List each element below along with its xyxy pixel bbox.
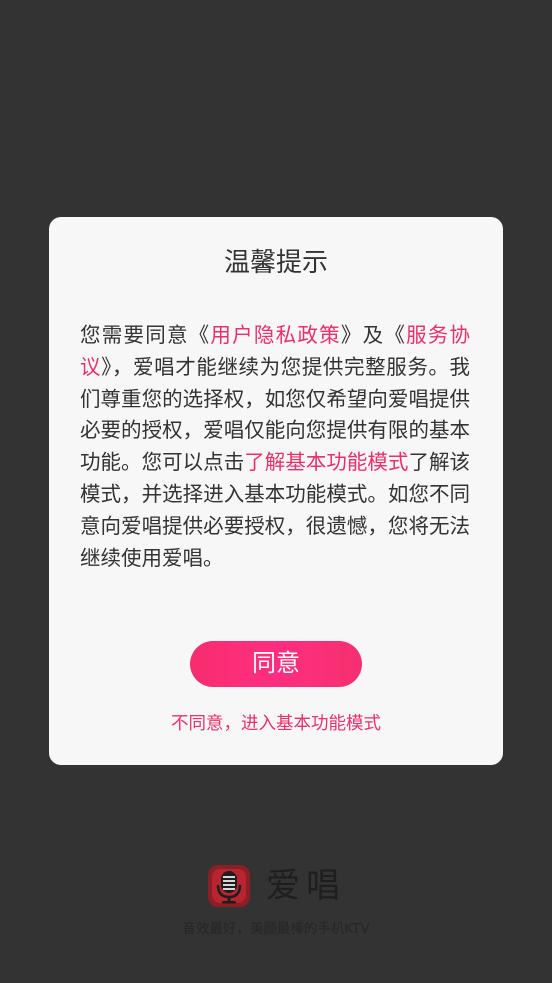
disagree-basic-mode-link[interactable]: 不同意，进入基本功能模式 (49, 711, 503, 737)
brand-slogan: 音效最好，美颜最棒的手机KTV (182, 921, 370, 937)
privacy-dialog: 温馨提示 您需要同意《用户隐私政策》及《服务协议》，爱唱才能继续为您提供完整服务… (49, 217, 503, 765)
microphone-icon (208, 865, 250, 907)
privacy-policy-link[interactable]: 用户隐私政策 (210, 323, 340, 347)
brand-footer: 爱唱 (0, 862, 552, 912)
dialog-title: 温馨提示 (223, 248, 328, 278)
body-text-part-2: 》及《 (340, 323, 407, 347)
agree-button[interactable]: 同意 (190, 641, 362, 687)
basic-mode-info-link[interactable]: 了解基本功能模式 (244, 450, 408, 474)
body-text-part-1: 您需要同意《 (80, 323, 211, 347)
brand-name: 爱唱 (266, 866, 346, 906)
dialog-body-text: 您需要同意《用户隐私政策》及《服务协议》，爱唱才能继续为您提供完整服务。我们尊重… (80, 320, 470, 574)
